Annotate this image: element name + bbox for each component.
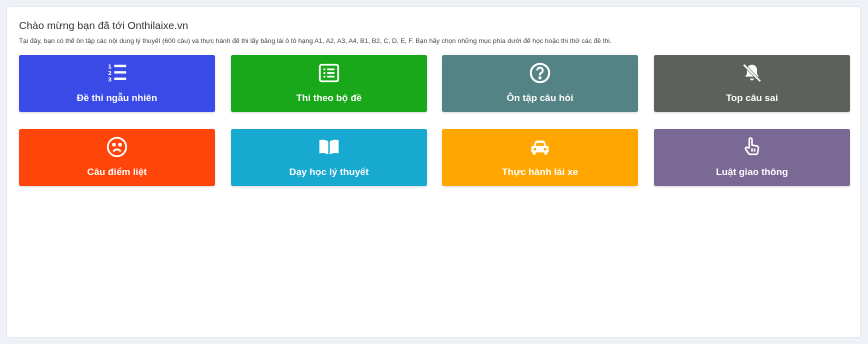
welcome-heading: Chào mừng bạn đã tới Onthilaixe.vn: [19, 20, 189, 32]
intro-text: Tại đây, bạn có thể ôn tập các nội dung …: [19, 38, 612, 45]
tile-theory-lessons[interactable]: Dạy học lý thuyết: [231, 129, 427, 186]
tile-label: Luật giao thông: [716, 167, 788, 178]
tile-label: Thực hành lái xe: [501, 167, 579, 178]
tile-review-questions[interactable]: Ôn tập câu hỏi: [442, 55, 638, 112]
svg-text:3: 3: [108, 77, 112, 83]
tile-exam-sets[interactable]: Thi theo bộ đề: [231, 55, 427, 112]
tile-critical-questions[interactable]: Câu điểm liệt: [19, 129, 215, 186]
hand-pointer-icon: [654, 137, 850, 157]
svg-text:1: 1: [108, 64, 112, 70]
question-circle-icon: [442, 62, 638, 84]
tile-traffic-law[interactable]: Luật giao thông: [654, 129, 850, 186]
tile-top-wrong[interactable]: Top câu sai: [654, 55, 850, 112]
list-alt-icon: [231, 63, 427, 83]
svg-text:2: 2: [108, 71, 112, 77]
tile-label: Thi theo bộ đề: [296, 93, 362, 104]
tile-label: Đề thi ngẫu nhiên: [76, 93, 158, 104]
tile-label: Câu điểm liệt: [87, 167, 147, 178]
car-icon: [442, 137, 638, 157]
open-book-icon: [231, 137, 427, 157]
tile-random-exam[interactable]: 1 2 3 Đề thi ngẫu nhiên: [19, 55, 215, 112]
numbered-list-icon: 1 2 3: [19, 63, 215, 83]
tile-driving-practice[interactable]: Thực hành lái xe: [442, 129, 638, 186]
tile-label: Top câu sai: [725, 93, 779, 104]
frown-icon: [19, 136, 215, 158]
tile-label: Ôn tập câu hỏi: [506, 93, 574, 104]
tile-label: Dạy học lý thuyết: [289, 167, 369, 178]
bell-slash-icon: [654, 63, 850, 83]
